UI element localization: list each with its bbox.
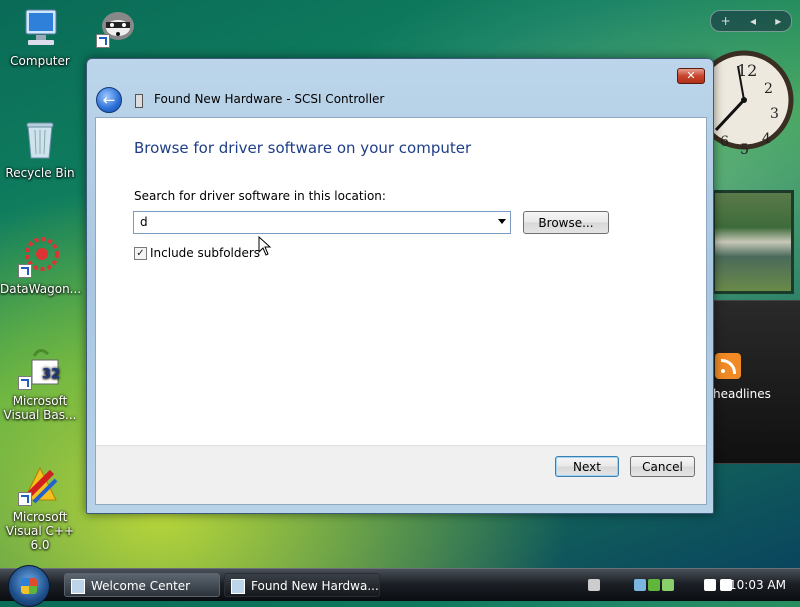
dialog-footer: Next Cancel: [96, 445, 706, 504]
cancel-button[interactable]: Cancel: [630, 456, 695, 477]
desktop-icon-datawagon[interactable]: DataWagon...: [0, 234, 82, 296]
shortcut-arrow-icon: [96, 34, 110, 48]
keyboard-icon[interactable]: [588, 579, 600, 591]
desktop-icon-recycle-bin[interactable]: Recycle Bin: [0, 118, 80, 180]
feed-headlines-label: headlines: [713, 387, 771, 401]
desktop-icon-visual-cpp[interactable]: Microsoft Visual C++ 6.0: [0, 462, 80, 552]
next-button[interactable]: Next: [555, 456, 619, 477]
driver-path-combobox[interactable]: [133, 211, 511, 234]
found-new-hardware-dialog: ✕ ← Found New Hardware - SCSI Controller…: [86, 58, 714, 514]
shortcut-arrow-icon: [18, 264, 32, 278]
status-icon[interactable]: [662, 579, 674, 591]
shortcut-arrow-icon: [18, 376, 32, 390]
include-subfolders-label: Include subfolders: [150, 246, 261, 260]
visual-basic-icon: 32: [18, 346, 62, 390]
svg-text:4: 4: [762, 131, 771, 147]
desktop-icon-computer[interactable]: Computer: [0, 6, 80, 68]
slideshow-gadget[interactable]: [712, 190, 794, 294]
browse-button[interactable]: Browse...: [523, 211, 609, 234]
svg-text:3: 3: [770, 106, 779, 122]
shortcut-arrow-icon: [18, 492, 32, 506]
include-subfolders-option[interactable]: ✓ Include subfolders: [134, 246, 260, 260]
visual-cpp-icon: [18, 462, 62, 506]
svg-text:5: 5: [740, 142, 749, 158]
svg-text:32: 32: [42, 367, 60, 382]
desktop-icon-label: Computer: [10, 54, 70, 68]
dialog-content: Browse for driver software on your compu…: [95, 117, 707, 505]
desktop-icon-label: Microsoft Visual Bas...: [3, 394, 77, 422]
taskbar: Welcome Center Found New Hardwa... 10:03…: [0, 565, 800, 607]
windows-logo-icon: [21, 578, 37, 594]
back-arrow-button[interactable]: ←: [96, 87, 122, 113]
taskbar-item-found-new-hardware[interactable]: Found New Hardwa...: [224, 573, 380, 597]
raccoon-icon: [96, 4, 140, 48]
sidebar-gadget-controls: + ◂ ▸: [710, 10, 792, 32]
search-location-label: Search for driver software in this locat…: [134, 189, 386, 203]
desktop-icon-raccoon[interactable]: [78, 4, 158, 52]
desktop-icon-label: DataWagon...: [0, 282, 82, 296]
previous-gadget-button[interactable]: ◂: [750, 14, 756, 28]
taskbar-clock[interactable]: 10:03 AM: [729, 578, 786, 592]
desktop-icon-label: Recycle Bin: [5, 166, 75, 180]
mouse-cursor-icon: [258, 236, 272, 256]
datawagon-icon: [18, 234, 62, 278]
computer-icon: [18, 6, 62, 50]
network-status-icon[interactable]: [704, 579, 716, 591]
taskbar-item-welcome-center[interactable]: Welcome Center: [64, 573, 220, 597]
hardware-icon: [135, 94, 143, 108]
dropdown-arrow-icon[interactable]: [498, 219, 506, 224]
svg-text:2: 2: [764, 81, 773, 97]
close-button[interactable]: ✕: [677, 68, 705, 84]
include-subfolders-checkbox[interactable]: ✓: [134, 246, 147, 260]
svg-text:6: 6: [720, 134, 729, 150]
hardware-icon: [231, 579, 245, 594]
taskbar-item-label: Found New Hardwa...: [251, 579, 379, 593]
driver-path-input[interactable]: [134, 212, 480, 231]
add-gadget-button[interactable]: +: [721, 14, 731, 28]
page-heading: Browse for driver software on your compu…: [134, 139, 472, 157]
security-icon[interactable]: [648, 579, 660, 591]
desktop-icon-visual-basic[interactable]: 32 Microsoft Visual Bas...: [0, 346, 80, 422]
welcome-center-icon: [71, 579, 85, 594]
dialog-title: Found New Hardware - SCSI Controller: [154, 92, 385, 106]
system-tray: 10:03 AM: [586, 574, 796, 596]
recycle-bin-icon: [18, 118, 62, 162]
network-icon[interactable]: [634, 579, 646, 591]
rss-icon: [715, 353, 741, 379]
next-gadget-button[interactable]: ▸: [775, 14, 781, 28]
taskbar-item-label: Welcome Center: [91, 579, 191, 593]
feed-headlines-gadget[interactable]: headlines: [712, 300, 800, 464]
desktop-icon-label: Microsoft Visual C++ 6.0: [5, 510, 75, 552]
start-button[interactable]: [8, 565, 50, 607]
